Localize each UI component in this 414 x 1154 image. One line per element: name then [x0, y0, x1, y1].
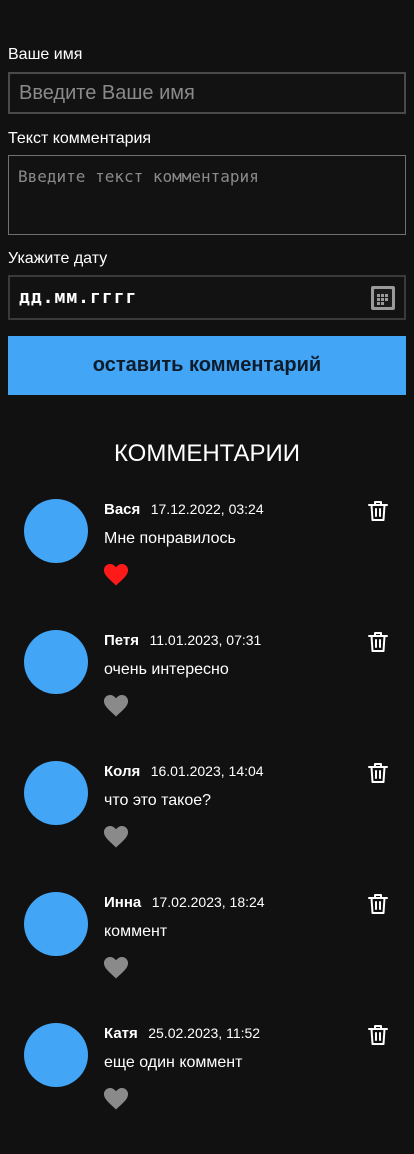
avatar	[24, 892, 88, 956]
comment-date: 16.01.2023, 14:04	[150, 763, 264, 779]
name-label: Ваше имя	[8, 46, 83, 63]
comments-title: КОММЕНТАРИИ	[113, 440, 301, 467]
heart-icon[interactable]	[103, 957, 129, 979]
comment-text: коммент	[104, 923, 168, 940]
date-label: Укажите дату	[8, 250, 108, 267]
comment-author: Коля	[104, 763, 141, 780]
comment-header: Петя 11.01.2023, 07:31	[104, 630, 261, 651]
calendar-icon[interactable]	[371, 286, 395, 310]
date-input[interactable]: дд.мм.гггг	[8, 275, 406, 320]
date-placeholder: дд.мм.гггг	[19, 287, 138, 308]
avatar	[24, 499, 88, 563]
trash-icon[interactable]	[368, 893, 388, 915]
comment-text: Мне понравилось	[104, 530, 236, 547]
comment-text: что это такое?	[104, 792, 212, 809]
comment-author: Инна	[104, 894, 142, 911]
avatar	[24, 761, 88, 825]
heart-icon[interactable]	[103, 564, 129, 586]
trash-icon[interactable]	[368, 500, 388, 522]
comment-item: Вася 17.12.2022, 03:24 Мне понравилось	[0, 499, 414, 609]
comment-text: еще один коммент	[104, 1054, 243, 1071]
comment-date: 25.02.2023, 11:52	[148, 1025, 261, 1041]
comment-date: 11.01.2023, 07:31	[149, 632, 262, 648]
comment-item: Коля 16.01.2023, 14:04 что это такое?	[0, 761, 414, 871]
comment-item: Катя 25.02.2023, 11:52 еще один коммент	[0, 1023, 414, 1133]
comment-item: Петя 11.01.2023, 07:31 очень интересно	[0, 630, 414, 740]
comment-item: Инна 17.02.2023, 18:24 коммент	[0, 892, 414, 1002]
comment-header: Вася 17.12.2022, 03:24	[104, 499, 264, 520]
comment-header: Катя 25.02.2023, 11:52	[104, 1023, 260, 1044]
trash-icon[interactable]	[368, 631, 388, 653]
avatar	[24, 1023, 88, 1087]
heart-icon[interactable]	[103, 1088, 129, 1110]
comment-text-input[interactable]: Введите текст комментария	[8, 155, 406, 235]
submit-comment-button[interactable]: оставить комментарий	[8, 336, 406, 395]
trash-icon[interactable]	[368, 762, 388, 784]
heart-icon[interactable]	[103, 826, 129, 848]
comment-text: очень интересно	[104, 661, 229, 678]
comment-author: Вася	[104, 501, 141, 518]
avatar	[24, 630, 88, 694]
comment-header: Инна 17.02.2023, 18:24	[104, 892, 265, 913]
comment-header: Коля 16.01.2023, 14:04	[104, 761, 264, 782]
trash-icon[interactable]	[368, 1024, 388, 1046]
comment-text-label: Текст комментария	[8, 130, 152, 147]
heart-icon[interactable]	[103, 695, 129, 717]
comment-author: Петя	[104, 632, 140, 649]
name-input[interactable]: Введите Ваше имя	[8, 72, 406, 114]
comment-date: 17.12.2022, 03:24	[150, 501, 264, 517]
comment-date: 17.02.2023, 18:24	[151, 894, 265, 910]
comment-author: Катя	[104, 1025, 138, 1042]
